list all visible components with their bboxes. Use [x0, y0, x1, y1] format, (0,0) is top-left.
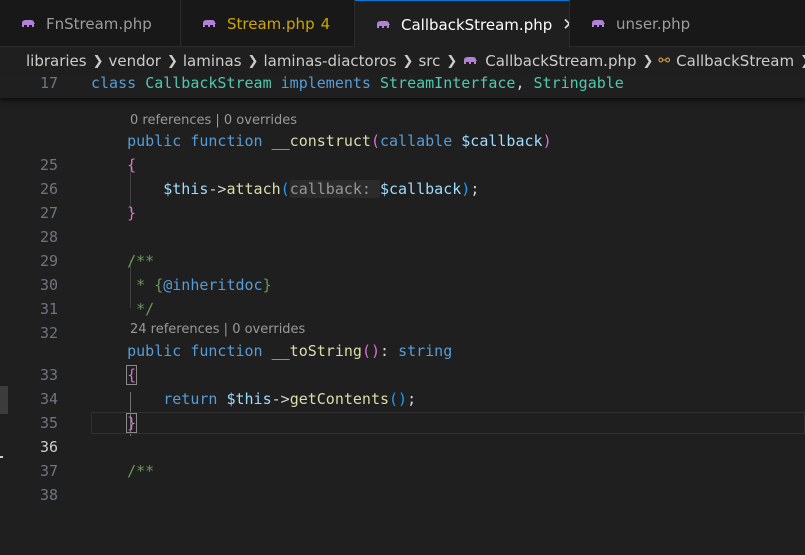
code-text: /** [127, 462, 155, 480]
code-line: 34 { [0, 363, 805, 408]
php-elephant-icon [203, 19, 216, 27]
code-text: } [127, 204, 137, 222]
code-line: 31 * {@inheritdoc} [0, 273, 805, 318]
code-line: 26 { [0, 153, 805, 198]
code-lens[interactable]: 0 references | 0 overrides [130, 111, 297, 131]
chevron-right-icon: ❯ [642, 53, 654, 69]
code-text: return $this->getContents(); [163, 390, 417, 408]
breadcrumb-item-class[interactable]: ⚯ CallbackStream [658, 52, 794, 70]
code-line: 29 [0, 225, 805, 270]
close-icon[interactable]: ✕ [562, 15, 569, 35]
line-number: 38 [39, 486, 58, 504]
tab-label: CallbackStream.php [401, 15, 553, 34]
code-line: 28 } [0, 201, 805, 246]
breadcrumb-label: CallbackStream.php [485, 52, 637, 70]
references-link[interactable]: 24 references [130, 322, 220, 337]
code-line: 33 public function __toString(): string [0, 339, 805, 384]
breadcrumb-label: libraries [26, 52, 87, 70]
tab-label: FnStream.php [46, 14, 152, 33]
cursor-marker [0, 456, 3, 458]
code-text: { [126, 365, 138, 385]
lens-separator: | [211, 113, 224, 128]
php-elephant-icon [592, 19, 605, 27]
code-text: $this->attach(callback: $callback); [163, 180, 480, 198]
tab-fnstream[interactable]: FnStream.php [0, 0, 181, 47]
breadcrumb-item-src[interactable]: src [418, 52, 440, 70]
class-symbol-icon: ⚯ [658, 53, 671, 69]
code-line: 37 [0, 435, 805, 480]
editor-tab-bar: FnStream.php Stream.php 4 CallbackStream… [0, 0, 805, 48]
code-text: * {@inheritdoc} [127, 276, 272, 294]
tab-callbackstream[interactable]: CallbackStream.php ✕ [355, 0, 570, 48]
code-text: public function __toString(): string [127, 342, 453, 360]
code-text: class CallbackStream implements StreamIn… [91, 74, 624, 92]
code-line: 25 public function __construct(callable … [0, 129, 805, 174]
overrides-link[interactable]: 0 overrides [232, 322, 305, 337]
breadcrumb-item-vendor[interactable]: vendor [109, 52, 161, 70]
php-elephant-icon [377, 20, 390, 28]
tab-label: unser.php [616, 14, 691, 33]
breadcrumb-label: vendor [108, 52, 161, 70]
breadcrumb-label: laminas [182, 52, 242, 70]
breadcrumb: libraries ❯ vendor ❯ laminas ❯ laminas-d… [0, 48, 805, 74]
breadcrumb-item-laminas[interactable]: laminas [183, 52, 242, 70]
chevron-right-icon: ❯ [92, 53, 104, 69]
breadcrumb-item-file[interactable]: CallbackStream.php [462, 52, 637, 70]
line-number: 17 [39, 74, 58, 92]
breadcrumb-item-laminas-diactoros[interactable]: laminas-diactoros [263, 52, 396, 70]
breadcrumb-label: laminas-diactoros [263, 52, 397, 70]
breadcrumb-item-libraries[interactable]: libraries [26, 52, 87, 70]
lens-separator: | [219, 322, 233, 337]
tab-stream[interactable]: Stream.php 4 [181, 0, 355, 47]
problems-count-badge: 4 [320, 14, 331, 33]
references-link[interactable]: 0 references [130, 113, 211, 128]
breadcrumb-label: src [418, 52, 441, 70]
code-line: 30 /** [0, 249, 805, 294]
chevron-right-icon: ❯ [402, 53, 414, 69]
code-text: { [127, 156, 137, 174]
chevron-right-icon: ❯ [166, 53, 178, 69]
code-text: public function __construct(callable $ca… [127, 132, 552, 150]
code-text: } [126, 413, 138, 433]
code-text: */ [127, 300, 155, 318]
code-line: 35 return $this->getContents(); [0, 387, 805, 432]
overrides-link[interactable]: 0 overrides [224, 113, 297, 128]
chevron-right-icon: ❯ [446, 53, 458, 69]
chevron-right-icon: ❯ [247, 53, 259, 69]
code-text: /** [127, 252, 155, 270]
sticky-scroll-line[interactable]: 17 class CallbackStream implements Strea… [0, 74, 805, 98]
code-line: 38 /** [0, 459, 805, 504]
code-line-current[interactable]: 36 } [0, 411, 805, 456]
tab-label: Stream.php [227, 14, 315, 33]
breadcrumb-label: CallbackStream [676, 52, 795, 70]
code-line: 27 $this->attach(callback: $callback); [0, 177, 805, 222]
php-elephant-icon [22, 19, 35, 27]
text-cursor [136, 413, 138, 431]
folding-marker[interactable] [0, 386, 8, 414]
code-line: 32 */ [0, 297, 805, 342]
code-lens[interactable]: 24 references | 0 overrides [130, 320, 305, 340]
chevron-right-icon: ❯ [800, 54, 805, 69]
php-elephant-icon [464, 57, 478, 64]
tab-unser[interactable]: unser.php [570, 0, 805, 47]
code-editor[interactable]: 17 class CallbackStream implements Strea… [0, 74, 805, 504]
